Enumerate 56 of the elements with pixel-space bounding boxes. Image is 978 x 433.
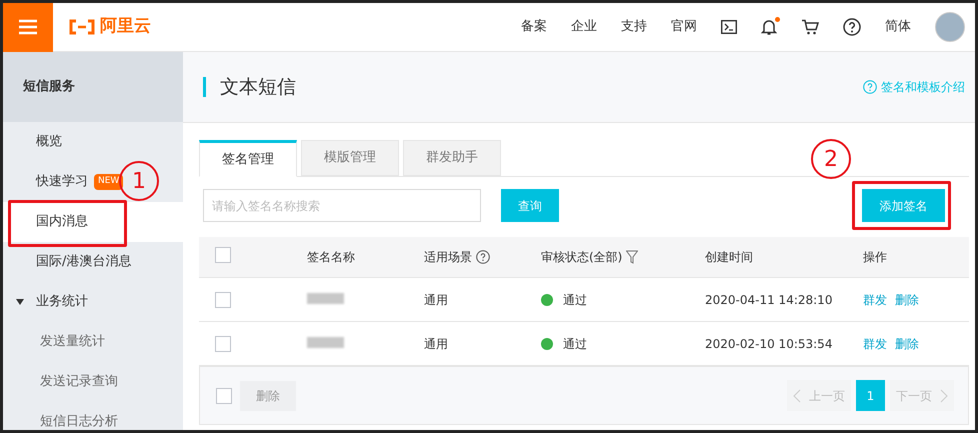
action-link[interactable]: 群发 (863, 290, 887, 308)
sidebar-item[interactable]: 国内消息 (3, 202, 183, 242)
sidebar-item[interactable]: 国际/港澳台消息 (3, 242, 136, 282)
help-icon (863, 80, 877, 94)
filter-icon[interactable] (626, 250, 638, 264)
page-title: 文本短信 (220, 74, 296, 100)
nav-link[interactable]: 支持 (621, 17, 647, 37)
menu-icon (19, 19, 37, 35)
table-cell: 2020-04-11 14:28:10 (705, 292, 832, 306)
cart-icon[interactable] (801, 19, 819, 35)
menu-button[interactable] (3, 3, 53, 52)
bell-icon[interactable] (761, 18, 777, 36)
nav-link[interactable]: 备案 (521, 17, 547, 37)
help-icon[interactable] (843, 18, 861, 36)
redacted-name (307, 336, 344, 348)
tab[interactable]: 群发助手 (403, 140, 501, 176)
sidebar-header: 短信服务 (3, 52, 183, 122)
nav-link[interactable]: 企业 (571, 17, 597, 37)
tab[interactable]: 签名管理 (199, 140, 297, 177)
sidebar-item[interactable]: 概览 (3, 122, 66, 162)
table-cell: 通用 (424, 336, 448, 350)
table-cell: 2020-02-10 10:53:54 (705, 336, 832, 350)
chevron-right-icon (940, 388, 948, 402)
new-badge: NEW (94, 174, 124, 190)
column-header: 签名名称 (307, 250, 355, 264)
language-link[interactable]: 简体 (885, 17, 911, 37)
table-cell-text: 通过 (563, 336, 587, 352)
table-cell-text: 通过 (563, 292, 587, 308)
checkbox[interactable] (215, 246, 231, 262)
caret-icon (16, 299, 24, 305)
column-header: 操作 (863, 250, 887, 264)
sidebar-group[interactable]: 业务统计 (3, 282, 183, 322)
logo-icon (68, 19, 96, 35)
terminal-icon[interactable] (721, 20, 737, 34)
nav-link[interactable]: 官网 (671, 17, 697, 37)
action-link[interactable]: 删除 (895, 334, 919, 352)
checkbox[interactable] (215, 292, 231, 308)
logo-text: 阿里云 (100, 15, 151, 38)
sidebar-item[interactable]: 发送记录查询 (3, 362, 122, 402)
column-header: 审核状态(全部) (541, 249, 622, 266)
checkbox[interactable] (216, 388, 232, 404)
tab[interactable]: 模版管理 (301, 140, 399, 176)
avatar[interactable] (935, 12, 965, 42)
redacted-name (307, 292, 344, 304)
table-cell: 通用 (424, 292, 448, 306)
column-header: 创建时间 (705, 250, 753, 264)
chevron-left-icon (793, 388, 801, 402)
help-icon[interactable] (476, 250, 490, 264)
search-field[interactable]: 请输入签名名称搜索 (203, 189, 481, 222)
checkbox[interactable] (215, 336, 231, 352)
title-accent-bar (203, 77, 206, 97)
action-link[interactable]: 删除 (895, 290, 919, 308)
column-header: 适用场景 (424, 249, 472, 266)
action-link[interactable]: 群发 (863, 334, 887, 352)
sidebar-item[interactable]: 发送量统计 (3, 322, 109, 362)
sidebar-item[interactable]: 短信日志分析 (3, 402, 122, 430)
